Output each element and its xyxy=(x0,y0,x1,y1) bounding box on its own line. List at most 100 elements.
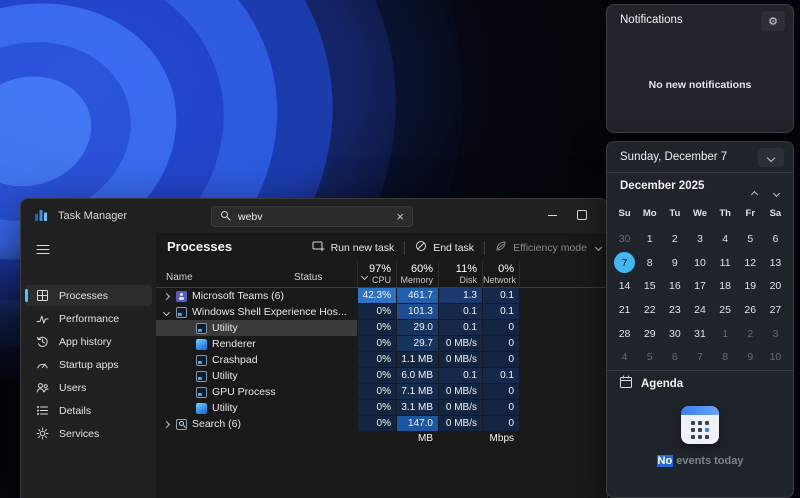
calendar-day-number: 14 xyxy=(614,276,635,297)
sidebar-item-processes[interactable]: Processes xyxy=(25,285,152,306)
calendar-day[interactable]: 5 xyxy=(738,227,763,251)
process-row[interactable]: GPU Process0%7.1 MB0 MB/s0 Mbps xyxy=(156,384,607,400)
calendar-day[interactable]: 9 xyxy=(738,345,763,369)
sidebar-item-app-history[interactable]: App history xyxy=(25,331,152,352)
calendar-month-label: December 2025 xyxy=(620,180,704,192)
calendar-day[interactable]: 2 xyxy=(662,227,687,251)
calendar-day[interactable]: 1 xyxy=(713,322,738,346)
hamburger-menu-icon[interactable] xyxy=(36,242,50,260)
calendar-next-month-button[interactable] xyxy=(774,183,779,201)
process-row[interactable]: Utility0%29.0 MB0.1 MB/s0 Mbps xyxy=(156,320,607,336)
sort-descending-icon xyxy=(362,266,367,284)
expand-chevron-icon[interactable] xyxy=(163,420,170,427)
process-row[interactable]: Utility0%3.1 MB0 MB/s0 Mbps xyxy=(156,400,607,416)
calendar-day[interactable]: 7 xyxy=(612,251,637,275)
maximize-icon xyxy=(577,210,587,220)
column-header-status[interactable]: Status xyxy=(294,272,322,283)
calendar-day[interactable]: 5 xyxy=(637,345,662,369)
sidebar-item-users[interactable]: Users xyxy=(25,377,152,398)
process-row[interactable]: Utility0%6.0 MB0.1 MB/s0.1 Mbps xyxy=(156,368,607,384)
calendar-day[interactable]: 3 xyxy=(763,322,788,346)
calendar-day[interactable]: 20 xyxy=(763,274,788,298)
process-row[interactable]: Microsoft Teams (6)42.3%461.7 MB1.3 MB/s… xyxy=(156,288,607,304)
minimize-button[interactable] xyxy=(539,204,565,226)
calendar-day[interactable]: 29 xyxy=(637,322,662,346)
column-header-memory[interactable]: 60% Memory xyxy=(396,261,438,287)
process-name-cell: Microsoft Teams (6) xyxy=(156,288,357,304)
calendar-day[interactable]: 17 xyxy=(687,274,712,298)
calendar-collapse-button[interactable] xyxy=(758,148,784,167)
calendar-day-number: 1 xyxy=(639,228,660,249)
calendar-day[interactable]: 6 xyxy=(763,227,788,251)
calendar-day[interactable]: 30 xyxy=(662,322,687,346)
calendar-day[interactable]: 27 xyxy=(763,298,788,322)
calendar-day[interactable]: 22 xyxy=(637,298,662,322)
calendar-day[interactable]: 25 xyxy=(713,298,738,322)
expand-chevron-icon[interactable] xyxy=(163,292,170,299)
process-name: GPU Process xyxy=(212,386,276,398)
calendar-day[interactable]: 15 xyxy=(637,274,662,298)
calendar-day[interactable]: 10 xyxy=(687,251,712,275)
toolbar-overflow-chevron-icon[interactable] xyxy=(595,244,602,251)
sidebar-item-services[interactable]: Services xyxy=(25,423,152,444)
calendar-day[interactable]: 24 xyxy=(687,298,712,322)
column-divider xyxy=(519,261,520,287)
calendar-day[interactable]: 9 xyxy=(662,251,687,275)
column-header-network[interactable]: 0% Network xyxy=(482,261,519,287)
process-name-cell: Utility xyxy=(156,400,357,416)
calendar-day[interactable]: 26 xyxy=(738,298,763,322)
process-disk-cell: 0 MB/s xyxy=(438,416,482,431)
calendar-day[interactable]: 4 xyxy=(612,345,637,369)
run-new-task-button[interactable]: Run new task xyxy=(304,237,403,259)
calendar-day-number: 30 xyxy=(664,323,685,344)
sidebar-item-performance[interactable]: Performance xyxy=(25,308,152,329)
end-task-button[interactable]: End task xyxy=(407,237,482,259)
calendar-day-number: 5 xyxy=(740,228,761,249)
day-name-label: Mo xyxy=(637,208,662,219)
calendar-day[interactable]: 1 xyxy=(637,227,662,251)
clear-search-icon[interactable]: × xyxy=(396,210,404,223)
maximize-button[interactable] xyxy=(569,204,595,226)
column-header-cpu[interactable]: 97% CPU xyxy=(357,261,396,287)
calendar-day[interactable]: 21 xyxy=(612,298,637,322)
agenda-header[interactable]: Agenda xyxy=(619,375,683,392)
notification-settings-button[interactable]: ⚙ xyxy=(761,11,785,31)
calendar-day[interactable]: 2 xyxy=(738,322,763,346)
calendar-day[interactable]: 16 xyxy=(662,274,687,298)
calendar-day[interactable]: 12 xyxy=(738,251,763,275)
sidebar-item-startup-apps[interactable]: Startup apps xyxy=(25,354,152,375)
calendar-day[interactable]: 6 xyxy=(662,345,687,369)
calendar-day[interactable]: 30 xyxy=(612,227,637,251)
calendar-day-names: SuMoTuWeThFrSa xyxy=(612,208,788,219)
calendar-day[interactable]: 14 xyxy=(612,274,637,298)
sidebar-item-details[interactable]: Details xyxy=(25,400,152,421)
calendar-prev-month-button[interactable] xyxy=(752,184,757,202)
process-row[interactable]: Search (6)0%147.0 MB0 MB/s0 Mbps xyxy=(156,416,607,432)
sidebar-item-label: Details xyxy=(59,405,91,417)
collapse-chevron-icon[interactable] xyxy=(163,308,170,315)
efficiency-mode-button[interactable]: Efficiency mode xyxy=(487,237,595,259)
search-box[interactable]: × xyxy=(211,206,413,227)
calendar-day[interactable]: 23 xyxy=(662,298,687,322)
calendar-day[interactable]: 31 xyxy=(687,322,712,346)
calendar-day[interactable]: 11 xyxy=(713,251,738,275)
calendar-day[interactable]: 8 xyxy=(713,345,738,369)
calendar-day[interactable]: 19 xyxy=(738,274,763,298)
calendar-day[interactable]: 3 xyxy=(687,227,712,251)
calendar-day[interactable]: 8 xyxy=(637,251,662,275)
calendar-day[interactable]: 13 xyxy=(763,251,788,275)
process-disk-cell: 0 MB/s xyxy=(438,400,482,415)
process-row[interactable]: Windows Shell Experience Hos...0%101.3 M… xyxy=(156,304,607,320)
calendar-day[interactable]: 10 xyxy=(763,345,788,369)
calendar-day[interactable]: 4 xyxy=(713,227,738,251)
calendar-day-number: 7 xyxy=(689,347,710,368)
calendar-day[interactable]: 18 xyxy=(713,274,738,298)
calendar-day[interactable]: 7 xyxy=(687,345,712,369)
calendar-day-number: 28 xyxy=(614,323,635,344)
process-row[interactable]: Crashpad0%1.1 MB0 MB/s0 Mbps xyxy=(156,352,607,368)
process-row[interactable]: Renderer0%29.7 MB0 MB/s0 Mbps xyxy=(156,336,607,352)
column-header-name[interactable]: Name xyxy=(166,272,193,283)
calendar-day[interactable]: 28 xyxy=(612,322,637,346)
column-header-disk[interactable]: 11% Disk xyxy=(438,261,482,287)
search-input[interactable] xyxy=(238,211,389,223)
